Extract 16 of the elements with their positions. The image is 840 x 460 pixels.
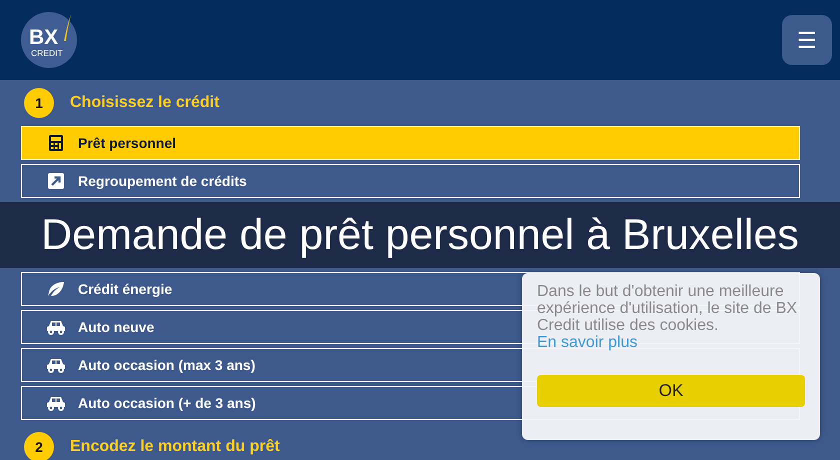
step-number: 2 xyxy=(24,432,54,460)
car-icon xyxy=(46,318,66,336)
credit-option[interactable]: Prêt personnel xyxy=(21,126,800,160)
arrow-square-icon xyxy=(46,172,66,190)
car-icon xyxy=(46,394,66,412)
car-icon xyxy=(46,356,66,374)
page-title: Demande de prêt personnel à Bruxelles xyxy=(0,202,840,268)
step-title: Encodez le montant du prêt xyxy=(70,437,280,457)
leaf-icon xyxy=(46,280,66,298)
credit-option[interactable]: Regroupement de crédits xyxy=(21,164,800,198)
step-number: 1 xyxy=(24,88,54,118)
logo[interactable]: BX CREDIT xyxy=(20,11,78,69)
ok-button[interactable]: OK xyxy=(537,375,805,407)
step-title: Choisissez le crédit xyxy=(70,93,220,113)
calculator-icon xyxy=(46,134,66,152)
menu-button[interactable]: ☰ xyxy=(782,15,832,65)
